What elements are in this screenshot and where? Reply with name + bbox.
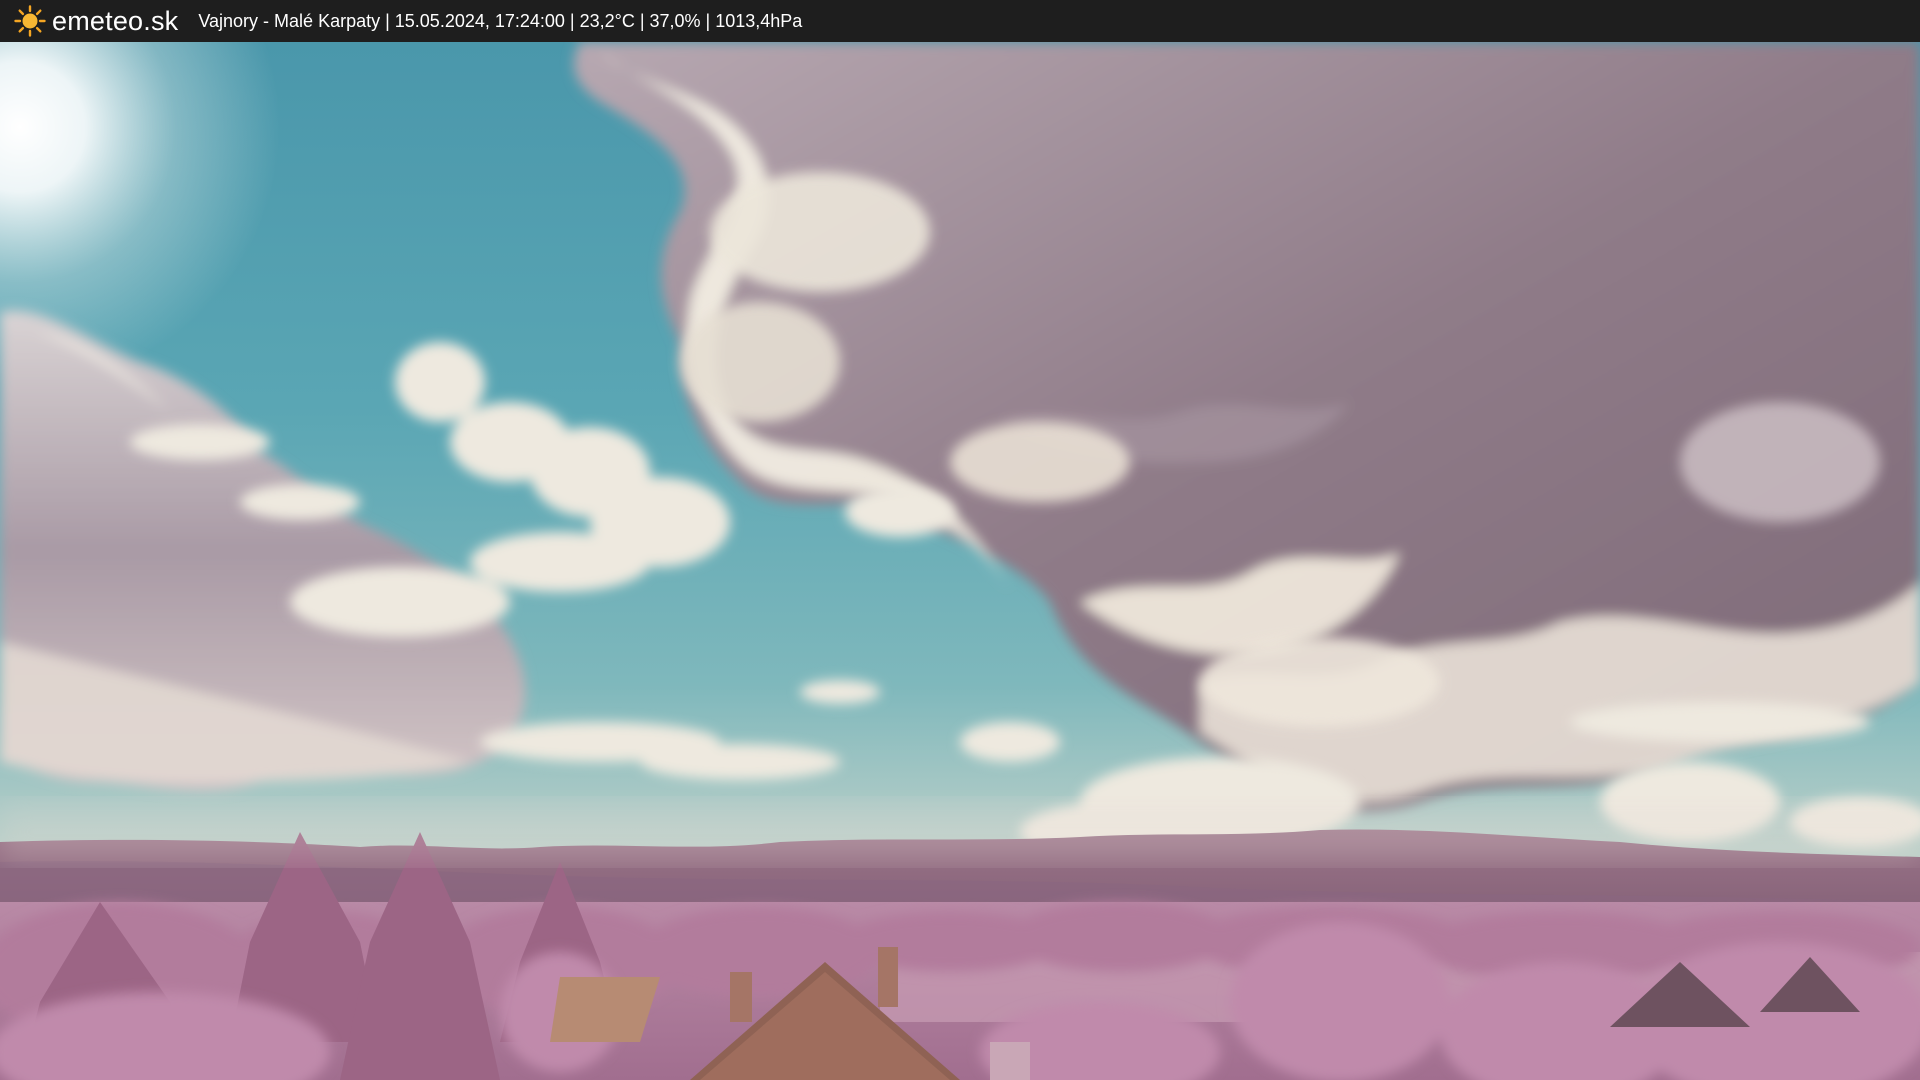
site-logo[interactable]: emeteo.sk	[14, 5, 178, 37]
top-bar: emeteo.sk Vajnory - Malé Karpaty | 15.05…	[0, 0, 1920, 42]
webcam-caption: Vajnory - Malé Karpaty | 15.05.2024, 17:…	[198, 10, 803, 31]
sun-icon	[14, 5, 46, 37]
site-brand[interactable]: emeteo.sk	[52, 6, 178, 37]
webcam-image	[0, 42, 1920, 1080]
